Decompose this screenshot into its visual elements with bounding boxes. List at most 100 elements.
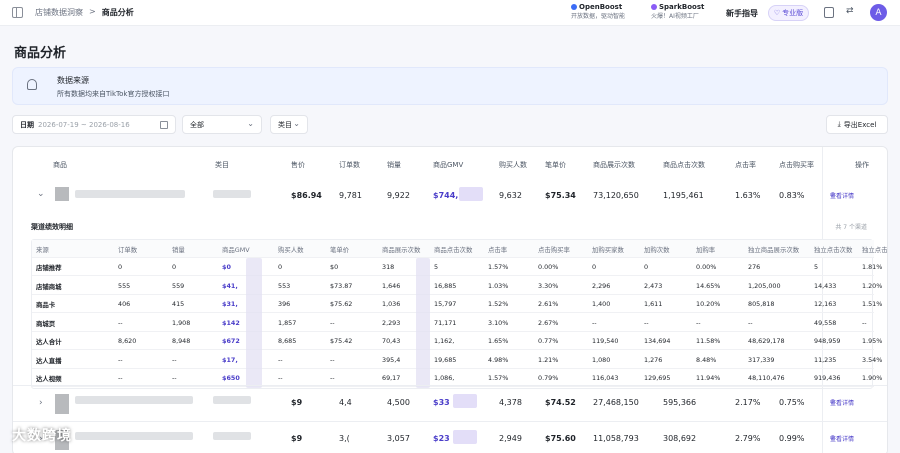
sidebar-toggle-icon[interactable] <box>12 7 23 18</box>
channel-cell: 276 <box>748 263 761 271</box>
date-range-value: 2026-07-19 ~ 2026-08-16 <box>38 120 130 129</box>
channel-cell: $17, <box>222 355 238 364</box>
channel-cell: -- <box>278 374 283 382</box>
col-header: 购买人数 <box>499 161 527 169</box>
col-header: 类目 <box>215 161 229 169</box>
channel-cell: 14.65% <box>696 281 721 290</box>
channel-col-header: 独立点击次数 <box>814 246 853 254</box>
channel-col-header: 购买人数 <box>278 246 304 254</box>
chevron-right-icon[interactable]: › <box>39 398 43 408</box>
gmv-redacted <box>453 430 477 444</box>
channel-cell: 2,293 <box>382 318 401 327</box>
table-header: 商品 类目 售价 订单数 销量 商品GMV 购买人数 笔单价 商品展示次数 商品… <box>13 147 887 177</box>
cell-impressions: 11,058,793 <box>593 434 639 443</box>
channel-cell: 71,171 <box>434 318 457 327</box>
channel-cell: $650 <box>222 374 240 382</box>
pro-badge[interactable]: ♡ 专业版 <box>768 5 809 21</box>
channel-cell: 8,685 <box>278 337 297 345</box>
cell-clicks: 595,366 <box>663 398 697 407</box>
channel-cell: -- <box>118 374 123 382</box>
openboost-promo[interactable]: OpenBoost 开放数据，驱动智能 <box>571 3 625 21</box>
guide-link[interactable]: 新手指导 <box>726 8 758 19</box>
watermark-logo: 大数跨境 <box>12 428 72 444</box>
channel-cell: 8.48% <box>696 355 717 364</box>
channel-cell: 1,205,000 <box>748 281 781 290</box>
channel-cell: 805,818 <box>748 300 775 308</box>
breadcrumb-item[interactable]: 店铺数据洞察 <box>35 7 83 18</box>
chevron-down-icon[interactable]: ⌄ <box>37 189 45 199</box>
cell-cvr: 0.99% <box>779 434 805 443</box>
pro-label: 专业版 <box>782 9 804 17</box>
sparkboost-promo[interactable]: SparkBoost 火爆！AI视频工厂 <box>651 3 704 21</box>
crown-icon: ♡ <box>773 9 781 17</box>
scope-value: 全部 <box>190 120 204 129</box>
category-select[interactable]: 类目 ⌄ <box>270 115 308 134</box>
cell-orders: 4,4 <box>339 398 352 407</box>
avatar[interactable]: A <box>870 4 887 21</box>
channel-cell: 1,908 <box>172 318 191 327</box>
channel-cell: 318 <box>382 263 395 271</box>
channel-source: 商城页 <box>36 319 56 328</box>
col-header: 商品GMV <box>433 161 464 169</box>
openboost-name: OpenBoost <box>579 3 623 11</box>
channel-cell: -- <box>118 318 123 327</box>
channel-source: 达人合计 <box>36 338 62 346</box>
channel-col-header: 加购率 <box>696 246 716 254</box>
channel-cell: 0 <box>644 263 649 271</box>
channel-source: 达人直播 <box>36 356 62 365</box>
channel-cell: 0.77% <box>538 337 559 345</box>
column-redacted <box>416 258 430 388</box>
channel-cell: 14,433 <box>814 281 837 290</box>
channel-cell: 2.67% <box>538 318 559 327</box>
gmv-redacted <box>453 394 477 408</box>
table-row[interactable]: ⌄ $86.94 9,781 9,922 $744, 9,632 $75.34 … <box>13 175 887 215</box>
channel-cell: 5 <box>434 263 439 271</box>
cell-buyers: 4,378 <box>499 398 522 407</box>
cell-aov: $75.60 <box>545 434 576 443</box>
clipboard-icon[interactable] <box>824 7 834 18</box>
bell-icon <box>27 79 37 90</box>
scope-select[interactable]: 全部 ⌄ <box>182 115 262 134</box>
channel-cell: 559 <box>172 281 185 290</box>
channel-cell: 1,086, <box>434 374 455 382</box>
channel-cell: 0.00% <box>696 263 717 271</box>
channel-cell: 415 <box>172 300 185 308</box>
channel-cell: 48,629,178 <box>748 337 785 345</box>
category-redacted <box>213 432 251 440</box>
channel-table: 来源 订单数 销量 商品GMV 购买人数 笔单价 商品展示次数 商品点击次数 点击率 点击购买率 加… <box>31 239 887 389</box>
channel-cell: 0.79% <box>538 374 559 382</box>
channel-cell: 1,857 <box>278 318 297 327</box>
product-thumbnail <box>55 187 69 201</box>
top-bar: 店铺数据洞察 > 商品分析 OpenBoost 开放数据，驱动智能 SparkB… <box>0 0 900 26</box>
channel-cell: 8,620 <box>118 337 137 345</box>
chevron-down-icon: ⌄ <box>247 119 254 128</box>
channel-cell: 2,473 <box>644 281 663 290</box>
cell-aov: $75.34 <box>545 191 576 200</box>
channel-title: 渠道绩效明细 <box>31 223 73 231</box>
channel-cell: 0 <box>118 263 123 271</box>
translate-icon[interactable]: ⇄ <box>846 6 854 16</box>
channel-cell: -- <box>330 374 335 382</box>
cell-price: $9 <box>291 434 303 443</box>
product-name-redacted <box>75 396 193 404</box>
channel-cell: 0 <box>278 263 283 271</box>
channel-cell: 1.52% <box>488 300 509 308</box>
channel-header-row: 来源 订单数 销量 商品GMV 购买人数 笔单价 商品展示次数 商品点击次数 点击率 点击购买率 加… <box>32 240 887 258</box>
channel-cell: -- <box>696 318 701 327</box>
table-row[interactable]: › $9 3,( 3,057 $23 2,949 $75.60 11,058,7… <box>13 421 887 453</box>
cell-cvr: 0.75% <box>779 398 805 407</box>
table-row[interactable]: › $9 4,4 4,500 $33 4,378 $74.52 27,468,1… <box>13 385 887 425</box>
channel-col-header: 来源 <box>36 246 49 254</box>
channel-cell: $142 <box>222 318 240 327</box>
channel-cell: 70,43 <box>382 337 401 345</box>
channel-cell: 69,17 <box>382 374 401 382</box>
channel-cell: -- <box>172 374 177 382</box>
date-range-picker[interactable]: 日期 2026-07-19 ~ 2026-08-16 <box>12 115 176 134</box>
export-excel-button[interactable]: ⤓ 导出Excel <box>826 115 888 134</box>
cell-buyers: 9,632 <box>499 191 522 200</box>
channel-cell: 3.10% <box>488 318 509 327</box>
channel-cell: 11,235 <box>814 355 837 364</box>
channel-cell: 119,540 <box>592 337 619 345</box>
breadcrumb-current: 商品分析 <box>101 8 134 17</box>
channel-cell: $73.87 <box>330 281 353 290</box>
